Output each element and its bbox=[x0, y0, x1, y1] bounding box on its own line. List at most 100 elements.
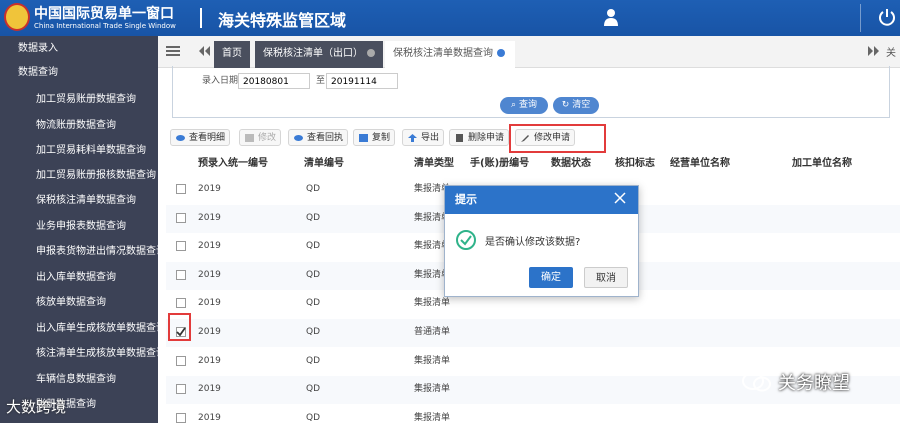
cell-list-no: QD bbox=[306, 184, 321, 194]
row-checkbox[interactable] bbox=[176, 356, 186, 366]
sidebar-item-material-consumption[interactable]: 加工贸易耗料单数据查询 bbox=[0, 138, 158, 164]
close-tab-icon[interactable] bbox=[367, 49, 375, 57]
delete-request-button[interactable]: 删除申请 bbox=[449, 129, 510, 146]
cell-preentry-no: 2019 bbox=[198, 213, 221, 223]
cell-list-no: QD bbox=[306, 384, 321, 394]
date-to-input[interactable]: 20191114 bbox=[326, 73, 398, 89]
tab-bonded-inventory-query[interactable]: 保税核注清单数据查询 bbox=[385, 41, 515, 68]
trash-icon bbox=[456, 134, 463, 142]
confirm-dialog: 提示 是否确认修改该数据? 确定 取消 bbox=[444, 185, 639, 297]
tab-home[interactable]: 首页 bbox=[214, 41, 250, 68]
row-checkbox[interactable] bbox=[176, 184, 186, 194]
edit-icon bbox=[245, 134, 254, 142]
entry-date-label: 录入日期 bbox=[202, 76, 239, 86]
sidebar-item-declaration-goods[interactable]: 申报表货物进出情况数据查询 bbox=[0, 239, 158, 265]
clear-button-label: 清空 bbox=[572, 100, 591, 110]
table-row[interactable] bbox=[166, 405, 900, 433]
page-title: 海关特殊监管区域 bbox=[218, 11, 347, 30]
sidebar-item-book-verification[interactable]: 加工贸易账册报核数据查询 bbox=[0, 163, 158, 189]
confirm-button[interactable]: 确定 bbox=[529, 267, 573, 288]
row-checkbox[interactable] bbox=[176, 270, 186, 280]
row-checkbox[interactable] bbox=[176, 298, 186, 308]
cell-preentry-no: 2019 bbox=[198, 356, 221, 366]
clear-button[interactable]: ↻ 清空 bbox=[553, 97, 599, 114]
highlight-box-selected-row bbox=[168, 313, 191, 341]
row-checkbox[interactable] bbox=[176, 384, 186, 394]
sidebar-item-inventory-to-release[interactable]: 核注清单生成核放单数据查询 bbox=[0, 341, 158, 367]
highlight-box-edit-request bbox=[509, 124, 606, 153]
sidebar-item-data-entry[interactable]: 数据录入 bbox=[0, 36, 158, 62]
cell-preentry-no: 2019 bbox=[198, 413, 221, 423]
cell-preentry-no: 2019 bbox=[198, 327, 221, 337]
power-icon[interactable] bbox=[878, 8, 896, 26]
copy-label: 复制 bbox=[372, 133, 391, 143]
cell-list-type: 集报清单 bbox=[414, 413, 451, 423]
column-header-data-status: 数据状态 bbox=[551, 158, 591, 169]
delete-request-label: 删除申请 bbox=[468, 133, 505, 143]
column-header-operator-name: 经营单位名称 bbox=[670, 158, 730, 169]
cell-list-no: QD bbox=[306, 298, 321, 308]
table-row[interactable] bbox=[166, 319, 900, 347]
eye-icon bbox=[176, 135, 185, 141]
date-from-input[interactable]: 20180801 bbox=[238, 73, 310, 89]
view-receipt-button[interactable]: 查看回执 bbox=[288, 129, 349, 146]
cell-list-type: 集报清单 bbox=[414, 298, 451, 308]
sidebar-item-data-query[interactable]: 数据查询 bbox=[0, 60, 158, 86]
cell-list-no: QD bbox=[306, 213, 321, 223]
logo-subtitle: China International Trade Single Window bbox=[34, 22, 176, 30]
check-circle-icon bbox=[456, 230, 476, 250]
tab-bar: 首页 保税核注清单（出口） 保税核注清单数据查询 bbox=[158, 36, 900, 68]
cell-list-type: 集报清单 bbox=[414, 356, 451, 366]
cell-list-no: QD bbox=[306, 413, 321, 423]
cell-preentry-no: 2019 bbox=[198, 184, 221, 194]
logo-title: 中国国际贸易单一窗口 bbox=[34, 6, 174, 22]
sidebar-item-warehouse-receipt[interactable]: 出入库单数据查询 bbox=[0, 265, 158, 291]
edit-button[interactable]: 修改 bbox=[239, 129, 282, 146]
customs-emblem-icon bbox=[4, 3, 30, 31]
tabs-next-icon[interactable] bbox=[868, 46, 880, 56]
sidebar-item-bonded-inventory[interactable]: 保税核注清单数据查询 bbox=[0, 188, 158, 214]
cell-list-no: QD bbox=[306, 241, 321, 251]
column-header-preentry-no: 预录入统一编号 bbox=[198, 158, 268, 169]
close-tabs-button[interactable]: 关 bbox=[886, 44, 896, 59]
sidebar-item-processing-trade-book[interactable]: 加工贸易账册数据查询 bbox=[0, 87, 158, 113]
row-checkbox[interactable] bbox=[176, 413, 186, 423]
sidebar-item-release-note[interactable]: 核放单数据查询 bbox=[0, 290, 158, 316]
header-divider bbox=[200, 8, 202, 28]
cell-list-no: QD bbox=[306, 327, 321, 337]
cancel-button[interactable]: 取消 bbox=[584, 267, 628, 288]
cell-preentry-no: 2019 bbox=[198, 384, 221, 394]
eye-icon bbox=[294, 135, 303, 141]
close-tab-icon[interactable] bbox=[497, 49, 505, 57]
view-detail-button[interactable]: 查看明细 bbox=[170, 129, 231, 146]
date-to-label: 至 bbox=[316, 76, 326, 86]
sidebar-item-logistics-book[interactable]: 物流账册数据查询 bbox=[0, 113, 158, 139]
sidebar-item-vehicle-info[interactable]: 车辆信息数据查询 bbox=[0, 367, 158, 393]
sidebar-item-business-declaration[interactable]: 业务申报表数据查询 bbox=[0, 214, 158, 240]
sidebar-item-receipt-to-release[interactable]: 出入库单生成核放单数据查询 bbox=[0, 316, 158, 342]
dialog-message: 是否确认修改该数据? bbox=[485, 237, 581, 248]
menu-toggle-icon[interactable] bbox=[166, 45, 180, 57]
cell-preentry-no: 2019 bbox=[198, 270, 221, 280]
column-header-deduction-flag: 核扣标志 bbox=[615, 158, 655, 169]
view-receipt-label: 查看回执 bbox=[307, 133, 344, 143]
copy-button[interactable]: 复制 bbox=[353, 129, 396, 146]
row-checkbox[interactable] bbox=[176, 241, 186, 251]
tab-bonded-inventory-export[interactable]: 保税核注清单（出口） bbox=[255, 41, 383, 68]
copy-icon bbox=[359, 134, 368, 142]
row-checkbox[interactable] bbox=[176, 213, 186, 223]
tab-label: 保税核注清单数据查询 bbox=[393, 48, 493, 59]
tabs-prev-icon[interactable] bbox=[198, 46, 210, 56]
cell-list-no: QD bbox=[306, 270, 321, 280]
dialog-title: 提示 bbox=[445, 186, 638, 214]
sidebar: 数据录入 数据查询 加工贸易账册数据查询 物流账册数据查询 加工贸易耗料单数据查… bbox=[0, 36, 158, 423]
refresh-icon: ↻ bbox=[561, 100, 573, 110]
edit-label: 修改 bbox=[258, 133, 277, 143]
export-button[interactable]: 导出 bbox=[402, 129, 445, 146]
query-button[interactable]: ⌕ 查询 bbox=[500, 97, 548, 114]
column-header-processor-name: 加工单位名称 bbox=[792, 158, 852, 169]
export-icon bbox=[408, 134, 417, 142]
close-icon[interactable] bbox=[614, 192, 626, 204]
user-icon[interactable] bbox=[604, 8, 618, 26]
top-header: 中国国际贸易单一窗口 China International Trade Sin… bbox=[0, 0, 900, 36]
